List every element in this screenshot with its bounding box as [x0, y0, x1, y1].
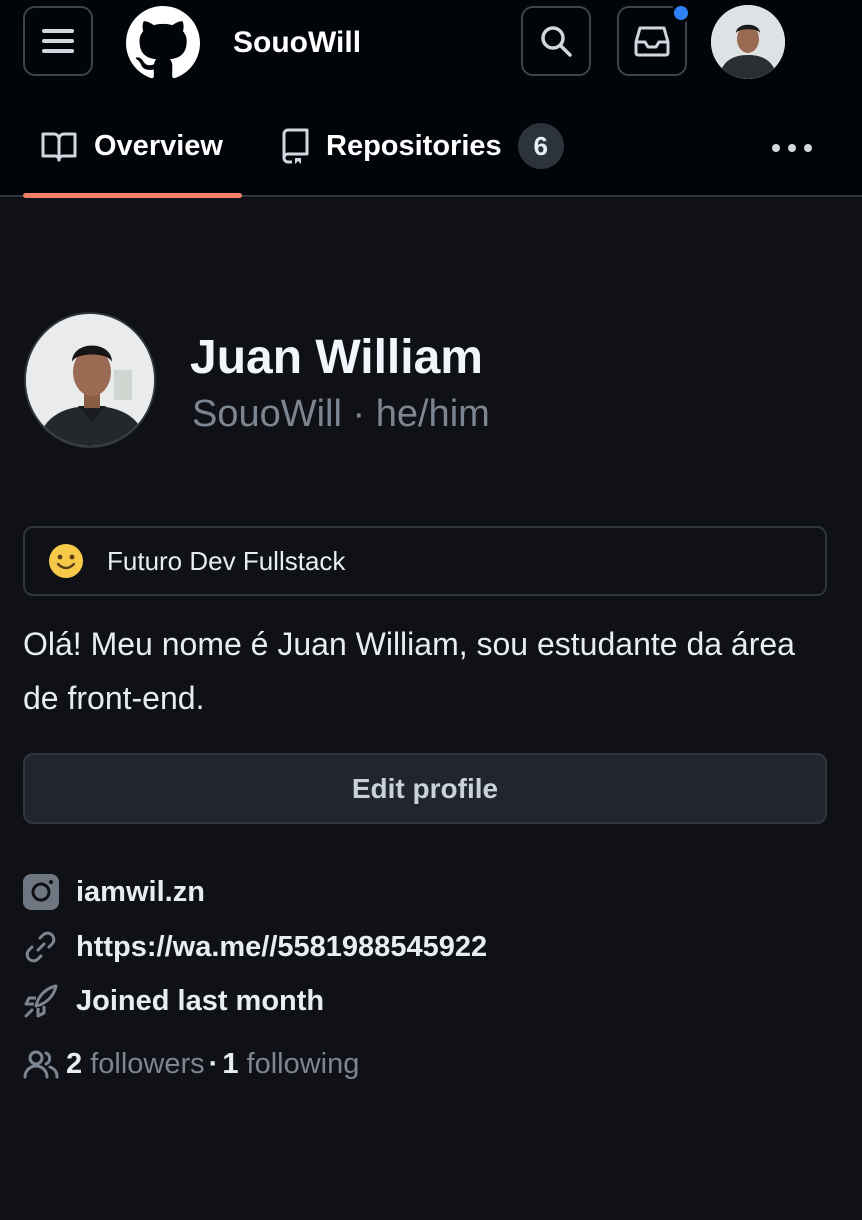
instagram-link[interactable]: iamwil.zn: [22, 872, 205, 912]
profile-pronouns: he/him: [375, 393, 490, 435]
app-header: SouoWill Overview Repositories 6: [0, 0, 862, 198]
top-bar: SouoWill: [0, 0, 862, 90]
profile-name: Juan William: [190, 331, 483, 384]
repo-icon: [282, 128, 309, 164]
repo-count-badge: 6: [517, 123, 564, 169]
profile-bio: Olá! Meu nome é Juan William, sou estuda…: [23, 626, 795, 716]
followers-label: followers: [90, 1047, 205, 1080]
tab-label: Overview: [94, 129, 223, 162]
inbox-icon: [634, 26, 670, 57]
following-label: following: [246, 1047, 360, 1080]
hamburger-menu-icon: [42, 29, 74, 53]
search-button[interactable]: [521, 6, 591, 76]
website-link[interactable]: https://wa.me//5581988545922: [22, 927, 487, 967]
followers-count: 2: [66, 1047, 83, 1080]
follow-stats: 2 followers · 1 following: [22, 1044, 359, 1084]
rocket-icon: [24, 984, 58, 1018]
header-username[interactable]: SouoWill: [233, 26, 361, 60]
profile-photo: [26, 314, 154, 446]
menu-button[interactable]: [23, 6, 93, 76]
slightly-smiling-face-icon: [49, 544, 83, 578]
profile-tabs: Overview Repositories 6: [0, 110, 862, 198]
notification-indicator: [671, 3, 691, 23]
instagram-icon: [23, 874, 59, 910]
followers-link[interactable]: 2 followers: [66, 1048, 205, 1081]
profile-avatar[interactable]: [24, 312, 156, 448]
user-avatar[interactable]: [711, 5, 785, 79]
joined-date: Joined last month: [22, 981, 324, 1021]
book-icon: [41, 132, 77, 162]
tab-overview[interactable]: Overview: [40, 122, 223, 170]
status-bar[interactable]: Futuro Dev Fullstack: [23, 526, 827, 596]
following-count: 1: [222, 1047, 239, 1080]
github-logo-icon[interactable]: [126, 6, 200, 80]
edit-profile-button[interactable]: Edit profile: [23, 753, 827, 824]
more-options-icon[interactable]: [770, 138, 814, 158]
separator: ·: [341, 393, 376, 435]
selected-tab-underline: [23, 193, 242, 198]
tab-label: Repositories: [326, 129, 502, 162]
link-icon: [25, 931, 56, 963]
search-icon: [541, 26, 572, 57]
website-url: https://wa.me//5581988545922: [76, 930, 488, 963]
following-link[interactable]: 1 following: [222, 1048, 359, 1081]
people-icon: [23, 1050, 59, 1079]
instagram-handle: iamwil.zn: [76, 875, 205, 908]
avatar-photo: [711, 5, 785, 79]
tab-repositories[interactable]: Repositories 6: [280, 122, 564, 170]
joined-text: Joined last month: [76, 984, 325, 1017]
profile-login: SouoWill: [192, 393, 342, 435]
status-text: Futuro Dev Fullstack: [107, 545, 346, 576]
separator-dot: ·: [208, 1047, 219, 1080]
profile-login-line: SouoWill · he/him: [192, 393, 490, 436]
